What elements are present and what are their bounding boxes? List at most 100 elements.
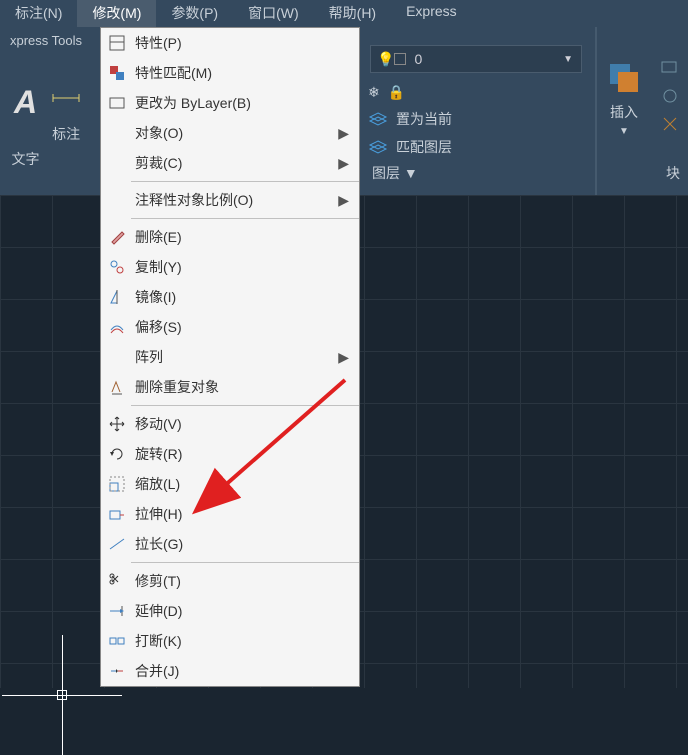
menu-item-13[interactable]: 删除重复对象 <box>101 372 359 402</box>
menu-2[interactable]: 参数(P) <box>156 0 233 27</box>
lengthen-icon <box>107 534 127 554</box>
menubar: 标注(N)修改(M)参数(P)窗口(W)帮助(H)Express <box>0 0 688 27</box>
layer-panel-title[interactable]: 图层 ▼ <box>372 163 418 183</box>
menu-item-label: 复制(Y) <box>135 257 182 277</box>
menu-item-label: 注释性对象比例(O) <box>135 190 253 210</box>
menu-0[interactable]: 标注(N) <box>0 0 77 27</box>
rotate-icon <box>107 444 127 464</box>
overkill-icon <box>107 377 127 397</box>
layers-icon <box>368 139 388 155</box>
modify-menu: 特性(P)特性匹配(M)更改为 ByLayer(B)对象(O)▶剪裁(C)▶注释… <box>100 27 360 687</box>
blank-icon <box>107 153 127 173</box>
menu-item-0[interactable]: 特性(P) <box>101 28 359 58</box>
menu-item-label: 删除重复对象 <box>135 377 219 397</box>
submenu-arrow-icon: ▶ <box>338 155 349 172</box>
menu-item-8[interactable]: 删除(E) <box>101 222 359 252</box>
match-icon <box>107 63 127 83</box>
menu-item-label: 延伸(D) <box>135 601 182 621</box>
insert-block-icon[interactable] <box>606 60 642 96</box>
menu-item-label: 拉长(G) <box>135 534 183 554</box>
menu-item-15[interactable]: 移动(V) <box>101 409 359 439</box>
text-label: 文字 <box>4 141 47 169</box>
menu-item-label: 镜像(I) <box>135 287 176 307</box>
trim-icon <box>107 571 127 591</box>
text-tool-icon[interactable]: A <box>4 64 47 141</box>
ribbon-icon-2[interactable] <box>658 84 682 108</box>
menu-item-label: 修剪(T) <box>135 571 181 591</box>
menu-item-6[interactable]: 注释性对象比例(O) ▶ <box>101 185 359 215</box>
ribbon-icon-1[interactable] <box>658 56 682 80</box>
menu-item-label: 剪裁(C) <box>135 153 182 173</box>
menu-item-16[interactable]: 旋转(R) <box>101 439 359 469</box>
chevron-down-icon[interactable]: ▼ <box>606 126 642 137</box>
mirror-icon <box>107 287 127 307</box>
layer-name: 0 <box>414 51 422 67</box>
menu-item-21[interactable]: 修剪(T) <box>101 566 359 596</box>
menu-item-label: 更改为 ByLayer(B) <box>135 93 251 113</box>
blank-icon <box>107 123 127 143</box>
extend-icon <box>107 601 127 621</box>
ribbon-icon-3[interactable] <box>658 112 682 136</box>
menu-item-22[interactable]: 延伸(D) <box>101 596 359 626</box>
menu-1[interactable]: 修改(M) <box>77 0 156 27</box>
annotate-label: 标注 <box>51 116 81 144</box>
copy-icon <box>107 257 127 277</box>
menu-item-label: 对象(O) <box>135 123 183 143</box>
menu-item-23[interactable]: 打断(K) <box>101 626 359 656</box>
layer-dropdown[interactable]: 💡 0 ▼ <box>370 45 582 73</box>
move-icon <box>107 414 127 434</box>
bylayer-icon <box>107 93 127 113</box>
menu-item-label: 旋转(R) <box>135 444 182 464</box>
submenu-arrow-icon: ▶ <box>338 125 349 142</box>
menu-item-10[interactable]: 镜像(I) <box>101 282 359 312</box>
menu-item-label: 特性(P) <box>135 33 182 53</box>
layers-icon <box>368 111 388 127</box>
blank-icon <box>107 190 127 210</box>
menu-item-label: 缩放(L) <box>135 474 180 494</box>
match-layer-button[interactable]: 匹配图层 <box>364 133 456 161</box>
menu-5[interactable]: Express <box>391 0 472 27</box>
offset-icon <box>107 317 127 337</box>
block-panel-title: 块 <box>666 163 680 183</box>
menu-item-19[interactable]: 拉长(G) <box>101 529 359 559</box>
erase-icon <box>107 227 127 247</box>
lightbulb-icon: 💡 <box>377 51 394 68</box>
stretch-icon <box>107 504 127 524</box>
menu-item-label: 打断(K) <box>135 631 182 651</box>
menu-item-18[interactable]: 拉伸(H) <box>101 499 359 529</box>
menu-3[interactable]: 窗口(W) <box>233 0 314 27</box>
menu-item-label: 偏移(S) <box>135 317 182 337</box>
menu-item-24[interactable]: 合并(J) <box>101 656 359 686</box>
submenu-arrow-icon: ▶ <box>338 192 349 209</box>
set-current-button[interactable]: 置为当前 <box>364 105 456 133</box>
insert-label[interactable]: 插入 <box>606 102 642 122</box>
menu-item-label: 拉伸(H) <box>135 504 182 524</box>
menu-item-1[interactable]: 特性匹配(M) <box>101 58 359 88</box>
lock-icon[interactable]: 🔒 <box>388 84 405 101</box>
menu-item-label: 删除(E) <box>135 227 182 247</box>
menu-item-12[interactable]: 阵列 ▶ <box>101 342 359 372</box>
blank-icon <box>107 347 127 367</box>
break-icon <box>107 631 127 651</box>
props-icon <box>107 33 127 53</box>
menu-item-label: 合并(J) <box>135 661 179 681</box>
menu-item-11[interactable]: 偏移(S) <box>101 312 359 342</box>
scale-icon <box>107 474 127 494</box>
chevron-down-icon: ▼ <box>563 54 573 65</box>
menu-item-9[interactable]: 复制(Y) <box>101 252 359 282</box>
join-icon <box>107 661 127 681</box>
menu-item-3[interactable]: 对象(O) ▶ <box>101 118 359 148</box>
submenu-arrow-icon: ▶ <box>338 349 349 366</box>
menu-item-4[interactable]: 剪裁(C) ▶ <box>101 148 359 178</box>
menu-item-label: 阵列 <box>135 347 163 367</box>
express-tools-label: xpress Tools <box>4 31 88 50</box>
menu-item-2[interactable]: 更改为 ByLayer(B) <box>101 88 359 118</box>
menu-4[interactable]: 帮助(H) <box>314 0 391 27</box>
menu-item-label: 特性匹配(M) <box>135 63 212 83</box>
dimension-tool-icon[interactable] <box>51 64 81 116</box>
layer-icon[interactable]: ❄ <box>368 84 380 101</box>
menu-item-17[interactable]: 缩放(L) <box>101 469 359 499</box>
menu-item-label: 移动(V) <box>135 414 182 434</box>
icon-row: ❄ 🔒 <box>364 80 456 105</box>
layer-color-swatch <box>394 53 406 65</box>
